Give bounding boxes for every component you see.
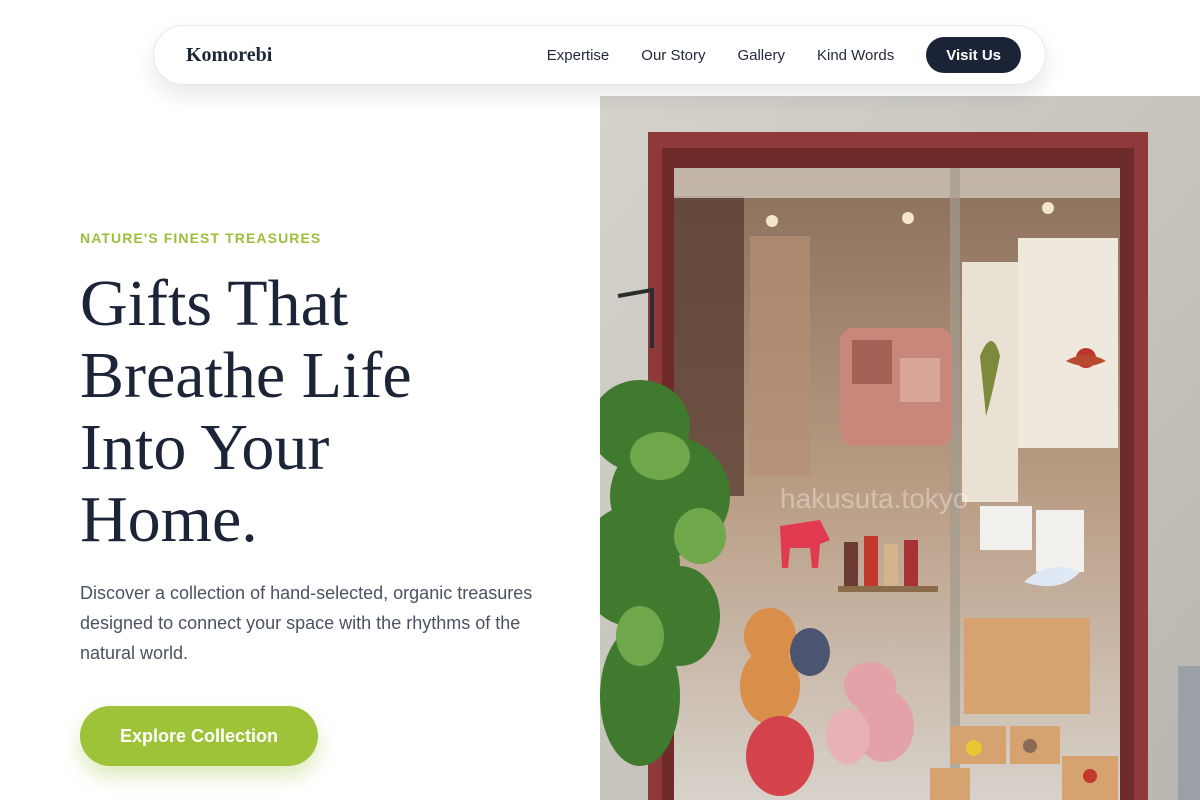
nav-link-our-story[interactable]: Our Story	[641, 47, 705, 64]
hero-description: Discover a collection of hand-selected, …	[80, 583, 533, 663]
nav-link-expertise[interactable]: Expertise	[547, 47, 610, 64]
lamp-icon	[1042, 202, 1054, 214]
shop-window-image: hakusuta.tokyo	[600, 96, 1200, 800]
explore-collection-button[interactable]: Explore Collection	[80, 706, 318, 766]
hero-headline: Gifts That Breathe Life Into Your Home.	[80, 268, 550, 556]
hero-eyebrow: NATURE'S FINEST TREASURES	[80, 230, 322, 246]
nav-link-kind-words[interactable]: Kind Words	[817, 47, 894, 64]
lamp-icon	[766, 215, 778, 227]
nav-links: Expertise Our Story Gallery Kind Words	[547, 47, 895, 64]
top-navbar: Komorebi Expertise Our Story Gallery Kin…	[153, 25, 1046, 85]
image-watermark: hakusuta.tokyo	[780, 483, 968, 514]
nav-link-gallery[interactable]: Gallery	[737, 47, 785, 64]
headline-line-1: Gifts That	[80, 267, 349, 340]
headline-line-4: Home.	[80, 483, 258, 556]
brand-logo[interactable]: Komorebi	[186, 44, 272, 67]
lamp-icon	[902, 212, 914, 224]
headline-line-2: Breathe Life	[80, 339, 412, 412]
visit-us-button[interactable]: Visit Us	[926, 37, 1021, 73]
headline-line-3: Into Your	[80, 411, 330, 484]
